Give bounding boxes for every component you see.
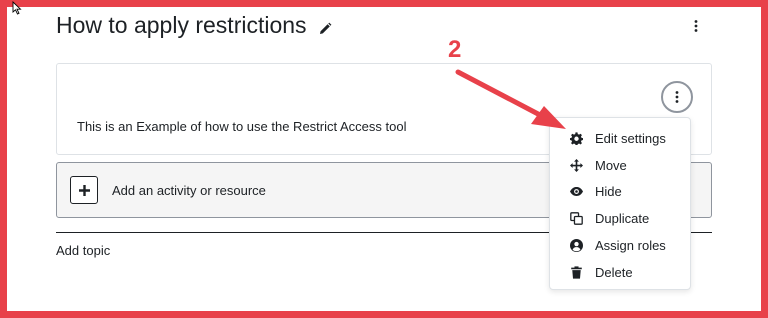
menu-item-label: Edit settings: [595, 130, 666, 146]
menu-item-edit-settings[interactable]: Edit settings: [550, 125, 690, 152]
section-description: This is an Example of how to use the Res…: [77, 119, 407, 134]
menu-item-hide[interactable]: Hide: [550, 179, 690, 206]
add-activity-label: Add an activity or resource: [112, 182, 266, 198]
menu-item-move[interactable]: Move: [550, 152, 690, 179]
menu-item-label: Delete: [595, 264, 633, 280]
menu-item-label: Duplicate: [595, 211, 650, 227]
copy-icon: [569, 212, 583, 226]
page-actions-menu-button[interactable]: [686, 16, 706, 36]
add-topic-link[interactable]: Add topic: [56, 243, 110, 258]
annotation-step-number: 2: [448, 36, 462, 63]
plus-icon: [70, 176, 98, 204]
section-action-menu: Edit settings Move Hide Duplicate Assign…: [549, 117, 691, 290]
trash-icon: [569, 265, 583, 279]
section-actions-menu-button[interactable]: [661, 81, 693, 113]
eye-icon: [569, 185, 583, 199]
menu-item-label: Hide: [595, 184, 622, 200]
menu-item-assign-roles[interactable]: Assign roles: [550, 232, 690, 259]
page-title: How to apply restrictions: [56, 12, 307, 38]
pencil-icon[interactable]: [318, 22, 332, 36]
kebab-icon: [675, 91, 679, 103]
user-circle-icon: [569, 239, 583, 253]
menu-item-delete[interactable]: Delete: [550, 259, 690, 286]
menu-item-label: Move: [595, 157, 627, 173]
mouse-cursor-icon: [12, 1, 22, 15]
kebab-icon: [694, 20, 698, 32]
gear-icon: [569, 131, 583, 145]
menu-item-label: Assign roles: [595, 238, 666, 254]
menu-item-duplicate[interactable]: Duplicate: [550, 205, 690, 232]
move-arrows-icon: [569, 158, 583, 172]
